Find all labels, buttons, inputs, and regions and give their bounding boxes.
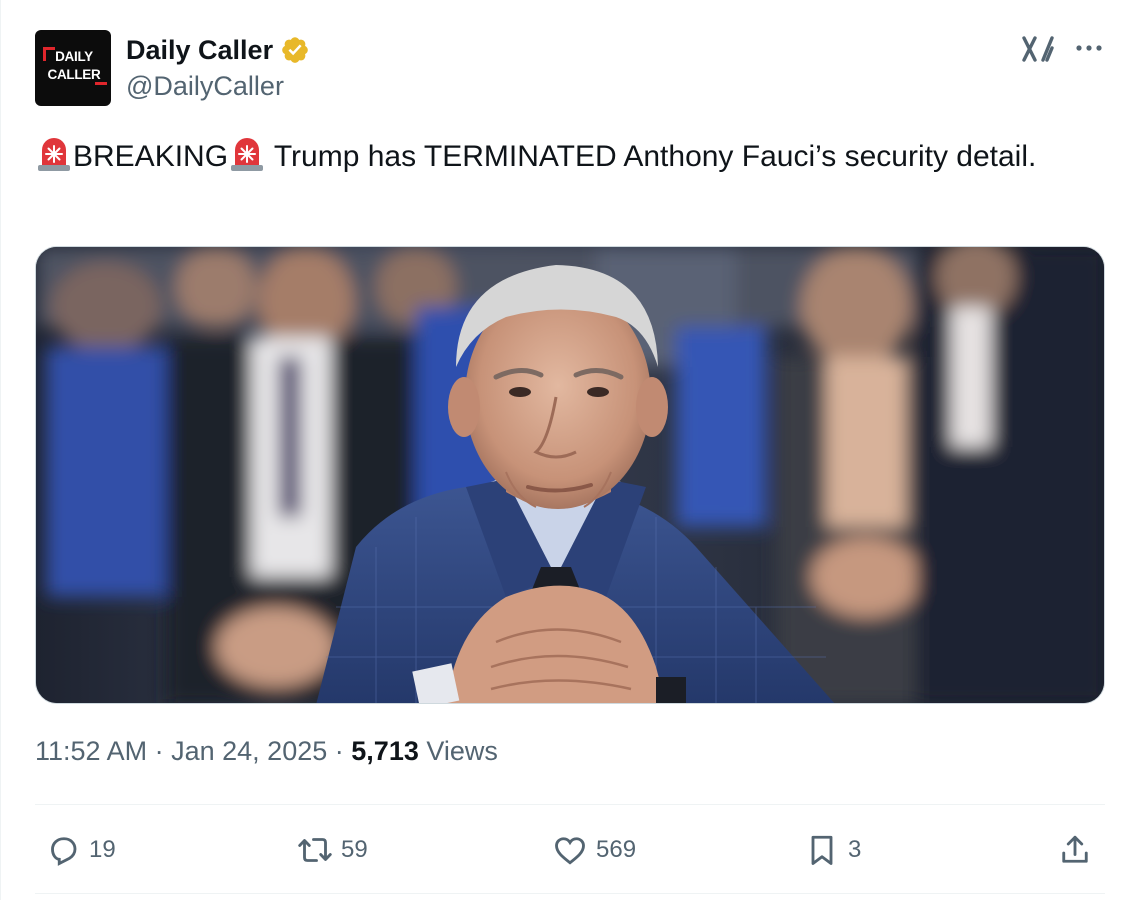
- tweet-text-breaking: BREAKING: [73, 140, 229, 173]
- avatar-logo-text: DAILY CALLER: [41, 48, 107, 84]
- tweet-date[interactable]: Jan 24, 2025: [171, 736, 327, 766]
- tweet-text: BREAKING Trump has TERMINATED Anthony Fa…: [35, 134, 1095, 180]
- verified-badge-icon: [282, 37, 308, 63]
- like-button[interactable]: 569: [552, 830, 636, 870]
- views-label: Views: [426, 736, 498, 766]
- logo-accent-bottom: [95, 82, 107, 85]
- repost-button[interactable]: 59: [297, 830, 368, 870]
- tweet-meta: 11:52 AM · Jan 24, 2025 · 5,713 Views: [35, 736, 498, 767]
- bookmark-icon: [811, 835, 833, 865]
- author-name-row[interactable]: Daily Caller: [126, 33, 310, 67]
- tweet-time[interactable]: 11:52 AM: [35, 736, 147, 766]
- display-name[interactable]: Daily Caller: [126, 35, 273, 66]
- bookmark-button[interactable]: 3: [804, 830, 861, 870]
- grok-icon[interactable]: [1021, 34, 1055, 64]
- siren-icon: [38, 138, 70, 171]
- siren-icon: [231, 138, 264, 171]
- avatar[interactable]: DAILY CALLER: [35, 30, 111, 106]
- avatar-logo-line1: DAILY: [55, 49, 93, 64]
- tweet-photo[interactable]: [35, 246, 1105, 704]
- like-count: 569: [596, 836, 637, 863]
- tweet-text-body: Trump has TERMINATED Anthony Fauci’s sec…: [266, 140, 1037, 173]
- bookmark-count: 3: [848, 836, 862, 863]
- reply-icon: [51, 837, 77, 866]
- repost-icon: [298, 838, 332, 862]
- reply-count: 19: [89, 836, 116, 863]
- more-options-icon[interactable]: [1073, 36, 1105, 60]
- divider: [35, 893, 1105, 894]
- divider: [35, 804, 1105, 805]
- share-icon: [1062, 835, 1088, 863]
- meta-separator: ·: [154, 736, 164, 766]
- photo-illustration: [36, 247, 1104, 703]
- handle[interactable]: @DailyCaller: [126, 71, 284, 102]
- tweet-card: DAILY CALLER Daily Caller @DailyCaller B…: [0, 0, 1133, 900]
- share-button[interactable]: [1057, 830, 1093, 870]
- meta-separator: ·: [334, 736, 344, 766]
- views-count: 5,713: [351, 736, 419, 766]
- reply-button[interactable]: 19: [45, 830, 116, 870]
- repost-count: 59: [341, 836, 368, 863]
- heart-icon: [555, 837, 585, 865]
